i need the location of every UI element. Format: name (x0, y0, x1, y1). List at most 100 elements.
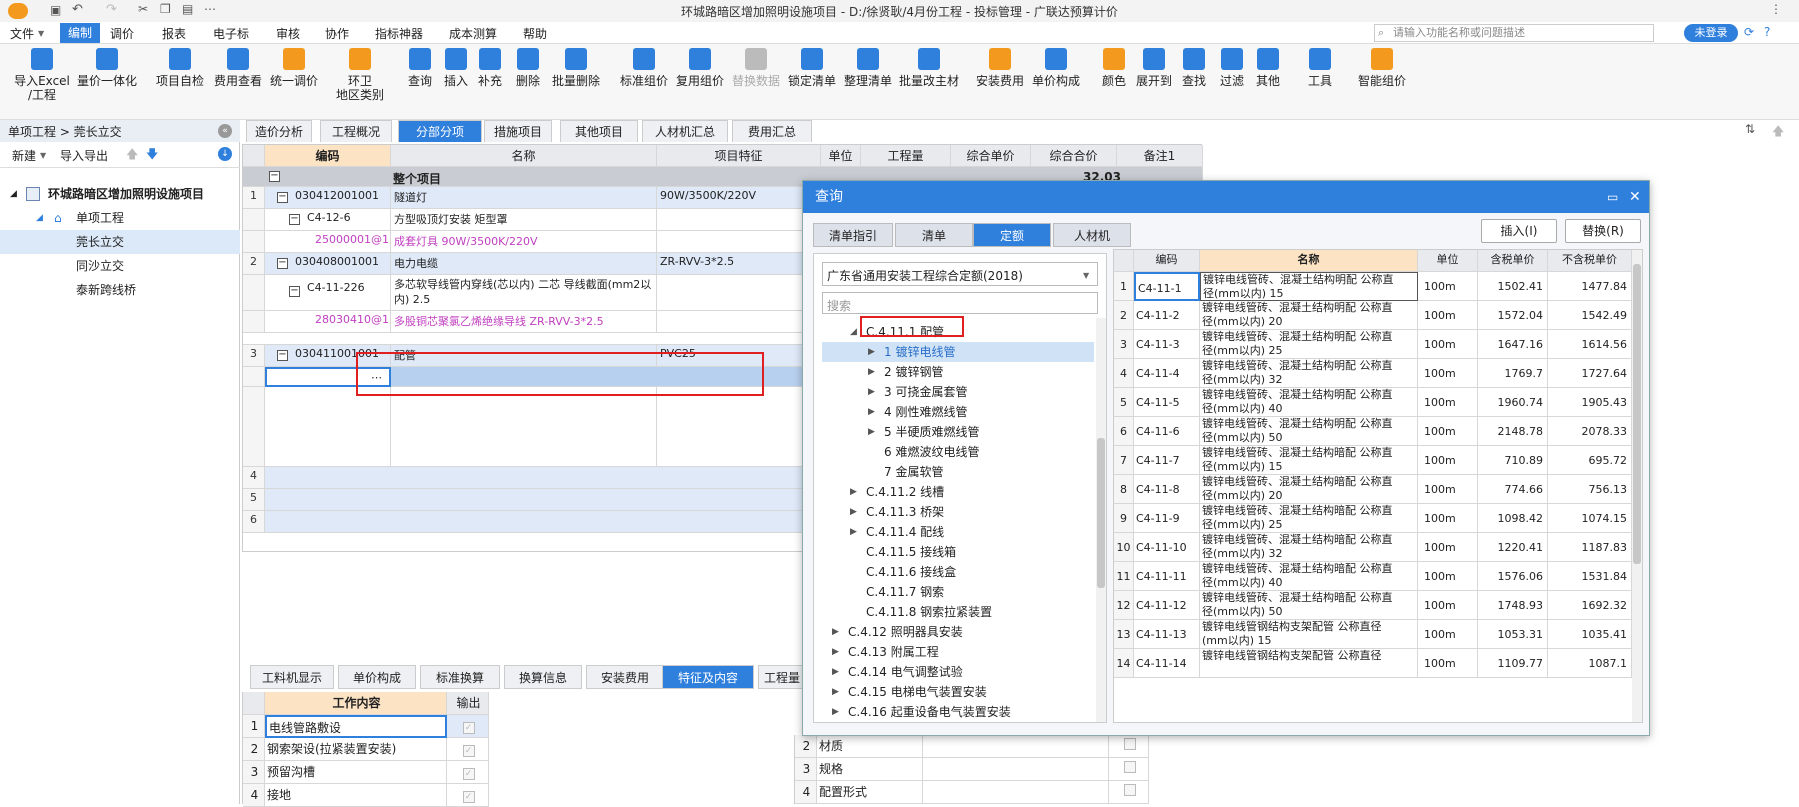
row-name[interactable]: 方型吸顶灯安装 矩型罩 (391, 209, 657, 231)
tab-project-overview[interactable]: 工程概况 (320, 120, 392, 142)
caret-right-icon[interactable]: ▶ (832, 702, 839, 722)
quota-notax-price[interactable]: 1542.49 (1548, 301, 1632, 330)
quantity-price-button[interactable]: 量价一体化 (74, 48, 140, 88)
menu-adjust[interactable]: 调价 (110, 25, 134, 42)
quota-tax-price[interactable]: 1769.7 (1478, 359, 1548, 388)
quota-name[interactable]: 镀锌电线管砖、混凝土结构暗配 公称直 径(mm以内) 50 (1200, 591, 1418, 620)
quota-code[interactable]: C4-11-9 (1134, 504, 1200, 533)
arrange-list-button[interactable]: 整理清单 (840, 48, 896, 88)
replace-data-button[interactable]: 替换数据 (728, 48, 784, 88)
col-header-remark[interactable]: 备注1 (1117, 145, 1203, 167)
quota-unit[interactable]: 100m (1418, 446, 1478, 475)
tab-cost-analysis[interactable]: 造价分析 (246, 120, 312, 142)
quota-name[interactable]: 镀锌电线管砖、混凝土结构暗配 公称直 径(mm以内) 20 (1200, 475, 1418, 504)
quota-tax-price[interactable]: 1053.31 (1478, 620, 1548, 649)
quota-tax-price[interactable]: 774.66 (1478, 475, 1548, 504)
quota-tax-price[interactable]: 1960.74 (1478, 388, 1548, 417)
col-header-notax-price[interactable]: 不含税单价 (1548, 250, 1632, 272)
import-excel-button[interactable]: 导入Excel /工程 (10, 48, 74, 102)
output-checkbox[interactable]: ✓ (447, 715, 489, 738)
menu-e-bid[interactable]: 电子标 (213, 25, 249, 42)
quota-notax-price[interactable]: 1074.15 (1548, 504, 1632, 533)
row-name[interactable]: 电力电缆 (391, 253, 657, 275)
caret-right-icon[interactable]: ▶ (832, 682, 839, 702)
move-up-icon[interactable]: 🡅 (126, 145, 138, 166)
batch-delete-button[interactable]: 批量删除 (548, 48, 604, 88)
tree-search-input[interactable]: 搜索 (822, 292, 1098, 314)
caret-right-icon[interactable]: ▶ (868, 342, 875, 362)
install-fee-button[interactable]: 安装费用 (972, 48, 1028, 88)
col-header-work-content[interactable]: 工作内容 (265, 692, 447, 715)
tools-button[interactable]: 工具 (1302, 48, 1338, 88)
quota-code[interactable]: C4-11-7 (1134, 446, 1200, 475)
tab-install-fee[interactable]: 安装费用 (586, 665, 664, 689)
row-code[interactable]: C4-11-226 (265, 275, 391, 311)
quota-code[interactable]: C4-11-10 (1134, 533, 1200, 562)
quota-unit[interactable]: 100m (1418, 417, 1478, 446)
maximize-icon[interactable]: ▭ (1607, 181, 1618, 213)
caret-right-icon[interactable]: ▶ (850, 502, 857, 522)
row-name[interactable]: 隧道灯 (391, 187, 657, 209)
region-category-button[interactable]: 环卫 地区类别 (330, 48, 390, 102)
caret-right-icon[interactable]: ▶ (868, 402, 875, 422)
tab-labor-material[interactable]: 人材机汇总 (642, 120, 728, 142)
quota-notax-price[interactable]: 1614.56 (1548, 330, 1632, 359)
smart-price-button[interactable]: 智能组价 (1352, 48, 1412, 88)
quota-unit[interactable]: 100m (1418, 272, 1478, 301)
quota-name[interactable]: 镀锌电线管砖、混凝土结构明配 公称直 径(mm以内) 25 (1200, 330, 1418, 359)
quota-unit[interactable]: 100m (1418, 330, 1478, 359)
quota-tax-price[interactable]: 710.89 (1478, 446, 1548, 475)
col-header-feature[interactable]: 项目特征 (657, 145, 821, 167)
tab-features-content[interactable]: 特征及内容 (662, 665, 754, 689)
quota-tax-price[interactable]: 1748.93 (1478, 591, 1548, 620)
quota-tax-price[interactable]: 1098.42 (1478, 504, 1548, 533)
tree-item-single-project[interactable]: ◢ ⌂ 单项工程 (0, 206, 240, 230)
quota-name[interactable]: 镀锌电线管砖、混凝土结构暗配 公称直 径(mm以内) 15 (1200, 446, 1418, 475)
download-icon[interactable]: ↓ (218, 147, 232, 161)
window-menu-icon[interactable]: ⋮ (1770, 2, 1782, 16)
quota-unit[interactable]: 100m (1418, 388, 1478, 417)
quota-name[interactable]: 镀锌电线管钢结构支架配管 公称直径 (mm以内) 15 (1200, 620, 1418, 649)
supplement-button[interactable]: 补充 (472, 48, 508, 88)
menu-cost-calc[interactable]: 成本测算 (449, 25, 497, 42)
collapse-icon[interactable]: − (277, 350, 288, 361)
row-code[interactable] (265, 387, 391, 467)
work-content-cell[interactable]: 电线管路敷设 (265, 715, 447, 738)
row-feature[interactable] (657, 275, 821, 311)
menu-file[interactable]: 文件 (10, 25, 34, 42)
tab-sub-items[interactable]: 分部分项 (398, 120, 482, 142)
tree-item-guanchang[interactable]: 莞长立交 (0, 230, 240, 254)
quota-notax-price[interactable]: 1905.43 (1548, 388, 1632, 417)
quota-notax-price[interactable]: 1187.83 (1548, 533, 1632, 562)
find-button[interactable]: 查找 (1176, 48, 1212, 88)
insert-button[interactable]: 插入 (438, 48, 474, 88)
work-content-cell[interactable]: 预留沟槽 (265, 761, 447, 784)
quota-code[interactable]: C4-11-13 (1134, 620, 1200, 649)
quota-code[interactable]: C4-11-8 (1134, 475, 1200, 504)
up-arrow-icon[interactable]: 🡅 (1772, 122, 1784, 143)
quota-unit[interactable]: 100m (1418, 562, 1478, 591)
collapse-icon[interactable]: − (289, 214, 300, 225)
other-button[interactable]: 其他 (1250, 48, 1286, 88)
collapse-icon[interactable]: − (277, 258, 288, 269)
caret-right-icon[interactable]: ▶ (868, 382, 875, 402)
quota-unit[interactable]: 100m (1418, 533, 1478, 562)
filter-button[interactable]: 过滤 (1214, 48, 1250, 88)
row-code[interactable]: C4-12-6 (265, 209, 391, 231)
caret-right-icon[interactable]: ▶ (868, 422, 875, 442)
caret-down-icon[interactable]: ◢ (850, 322, 857, 342)
refresh-icon[interactable]: ⟳ (1744, 25, 1754, 39)
quota-code[interactable]: C4-11-3 (1134, 330, 1200, 359)
tab-conversion-info[interactable]: 换算信息 (504, 665, 582, 689)
col-header-code[interactable]: 编码 (265, 145, 391, 167)
feature-name[interactable]: 配置形式 (817, 781, 923, 804)
col-header-quantity[interactable]: 工程量 (861, 145, 951, 167)
col-header-unit[interactable]: 单位 (1418, 250, 1478, 272)
tab-measures[interactable]: 措施项目 (484, 120, 552, 142)
quota-unit[interactable]: 100m (1418, 301, 1478, 330)
quota-unit[interactable]: 100m (1418, 620, 1478, 649)
unit-price-button[interactable]: 单价构成 (1028, 48, 1084, 88)
quota-notax-price[interactable]: 756.13 (1548, 475, 1632, 504)
dialog-tab-list-guide[interactable]: 清单指引 (813, 223, 893, 247)
menu-index-tool[interactable]: 指标神器 (375, 25, 423, 42)
